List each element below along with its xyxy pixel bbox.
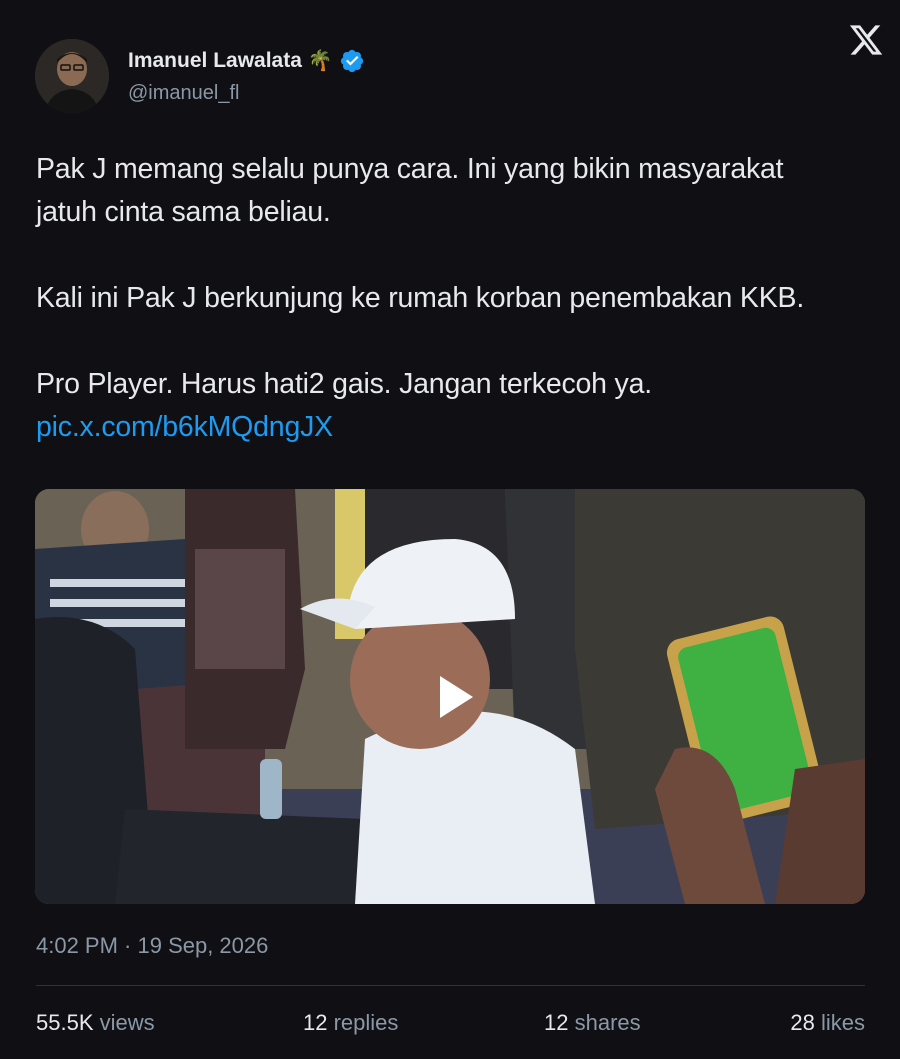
shares-value: 12 (544, 1010, 569, 1035)
tweet-media-link[interactable]: pic.x.com/b6kMQdngJX (36, 411, 333, 443)
shares-label: shares (574, 1010, 641, 1035)
author-row: Imanuel Lawalata 🌴 (128, 48, 365, 74)
palm-emoji: 🌴 (307, 50, 333, 72)
tweet-body: Pak J memang selalu punya cara. Ini yang… (36, 148, 876, 449)
likes-label: likes (820, 1010, 865, 1035)
replies-stat[interactable]: 12 replies (303, 1010, 398, 1036)
x-logo-icon[interactable] (848, 22, 884, 58)
author-handle[interactable]: @imanuel_fl (128, 82, 239, 105)
video-thumbnail[interactable] (35, 489, 865, 904)
shares-stat[interactable]: 12 shares (544, 1010, 641, 1036)
tweet-line: Kali ini Pak J berkunjung ke rumah korba… (36, 282, 805, 314)
author-name[interactable]: Imanuel Lawalata (128, 49, 302, 73)
views-stat[interactable]: 55.5K views (36, 1010, 155, 1036)
views-label: views (99, 1010, 155, 1035)
divider (36, 985, 865, 986)
likes-value: 28 (790, 1010, 815, 1035)
replies-value: 12 (303, 1010, 328, 1035)
tweet-line: jatuh cinta sama beliau. (36, 196, 331, 228)
likes-stat[interactable]: 28 likes (790, 1010, 865, 1036)
replies-label: replies (333, 1010, 399, 1035)
tweet-card: Imanuel Lawalata 🌴 @imanuel_fl Pak J mem… (0, 0, 900, 1059)
tweet-line: Pro Player. Harus hati2 gais. Jangan ter… (36, 368, 652, 400)
avatar[interactable] (35, 39, 109, 113)
tweet-timestamp[interactable]: 4:02 PM · 19 Sep, 2026 (36, 933, 268, 959)
tweet-line: Pak J memang selalu punya cara. Ini yang… (36, 153, 784, 185)
views-value: 55.5K (36, 1010, 94, 1035)
verified-badge-icon (340, 49, 363, 73)
